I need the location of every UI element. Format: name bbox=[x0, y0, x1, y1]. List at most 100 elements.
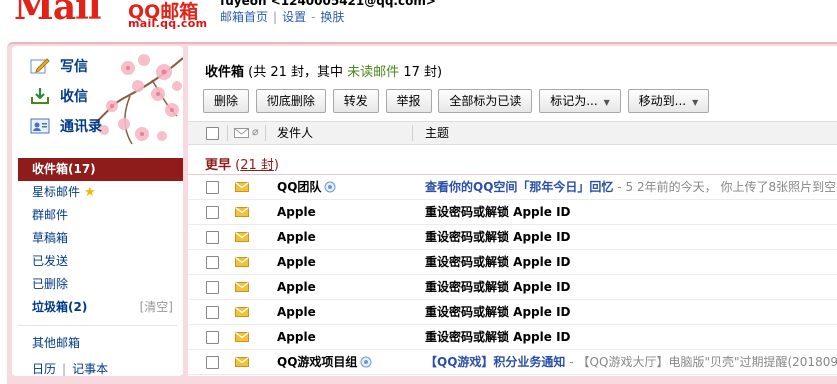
clear-spam-link[interactable]: [清空] bbox=[140, 296, 173, 319]
date-group-label: 更早 bbox=[205, 158, 232, 173]
mail-sender-name: QQ团队 bbox=[277, 180, 322, 194]
mail-row-checkbox[interactable] bbox=[206, 331, 219, 344]
delete-button[interactable]: 删除 bbox=[203, 89, 250, 113]
mail-row[interactable]: QQ游戏项目组 【QQ游戏】积分业务通知 - 【QQ游戏大厅】电脑版"贝壳"过期提醒… bbox=[188, 350, 837, 375]
mail-list-panel: 收件箱 (共 21 封，其中 未读邮件 17 封) 删除 彻底删除 转发 举报 … bbox=[188, 46, 837, 376]
folder-other-mailboxes[interactable]: 其他邮箱 bbox=[18, 332, 183, 355]
change-skin-link[interactable]: 换肤 bbox=[320, 10, 344, 24]
inbox-download-icon bbox=[31, 88, 49, 104]
folder-drafts[interactable]: 草稿箱 bbox=[18, 227, 183, 250]
mail-sender[interactable]: Apple bbox=[277, 250, 316, 274]
folder-starred[interactable]: 星标邮件 ★ bbox=[18, 181, 183, 204]
mail-subject-text: 查看你的QQ空间「那年今日」回忆 bbox=[425, 180, 614, 194]
account-name: fuyeoh <1240005421@qq.com> bbox=[220, 0, 436, 8]
folder-list: 收件箱(17) 星标邮件 ★ 群邮件 草稿箱 已发送 已删除 垃圾箱(2) [清空]… bbox=[18, 158, 183, 355]
column-divider bbox=[227, 125, 228, 141]
mail-sender-name: Apple bbox=[277, 280, 316, 294]
star-icon: ★ bbox=[84, 185, 96, 200]
mail-subject-text: 重设密码或解锁 Apple ID bbox=[425, 205, 571, 219]
mail-subject-text: 重设密码或解锁 Apple ID bbox=[425, 305, 571, 319]
top-links: 邮箱首页 | 设置 - 换肤 bbox=[220, 10, 345, 24]
mail-subject[interactable]: 重设密码或解锁 Apple ID bbox=[425, 200, 575, 224]
folder-deleted[interactable]: 已删除 bbox=[18, 273, 183, 296]
mail-sender[interactable]: Apple bbox=[277, 275, 316, 299]
mail-row-checkbox[interactable] bbox=[206, 231, 219, 244]
mail-row[interactable]: Apple 重设密码或解锁 Apple ID bbox=[188, 225, 837, 250]
mail-sender-name: QQ游戏项目组 bbox=[277, 355, 358, 369]
mail-row-checkbox[interactable] bbox=[206, 181, 219, 194]
mail-list-header: ⌀ 发件人 主题 bbox=[188, 121, 837, 145]
mail-sender[interactable]: QQ团队 bbox=[277, 175, 336, 199]
qq-verified-icon bbox=[360, 356, 372, 368]
unread-mail-link[interactable]: 未读邮件 bbox=[347, 65, 399, 80]
mail-subject[interactable]: 重设密码或解锁 Apple ID bbox=[425, 225, 575, 249]
mailbox-unread-count: 17 封) bbox=[399, 65, 443, 80]
top-header: Mail QQ邮箱 mail.qq.com fuyeoh <1240005421… bbox=[0, 0, 837, 42]
mail-subject[interactable]: 【QQ游戏】积分业务通知 - 【QQ游戏大厅】电脑版"贝壳"过期提醒(201809… bbox=[425, 350, 837, 374]
mail-row[interactable]: QQ团队 查看你的QQ空间「那年今日」回忆 - 5 2年前的今天， 你上传了8张照片… bbox=[188, 175, 837, 200]
folder-spam[interactable]: 垃圾箱(2) [清空] bbox=[18, 296, 183, 319]
folder-group-mail[interactable]: 群邮件 bbox=[18, 204, 183, 227]
mail-subject-text: 重设密码或解锁 Apple ID bbox=[425, 330, 571, 344]
column-divider bbox=[265, 125, 266, 141]
mail-sender[interactable]: QQ游戏项目组 bbox=[277, 350, 372, 374]
mail-row[interactable]: Apple 重设密码或解锁 Apple ID bbox=[188, 200, 837, 225]
notepad-link[interactable]: 记事本 bbox=[72, 362, 108, 376]
mailbox-count-text: (共 21 封，其中 bbox=[244, 65, 348, 80]
mail-sender-name: Apple bbox=[277, 205, 316, 219]
folder-spam-label: 垃圾箱(2) bbox=[32, 300, 88, 314]
attachment-column-icon: ⌀ bbox=[252, 125, 259, 138]
qqmail-logo-domain: mail.qq.com bbox=[128, 17, 208, 30]
mark-as-dropdown[interactable]: 标记为... ▼ bbox=[539, 89, 621, 113]
mail-toolbar: 删除 彻底删除 转发 举报 全部标为已读 标记为... ▼ 移动到... ▼ bbox=[203, 89, 712, 113]
mailbox-name: 收件箱 bbox=[205, 65, 245, 80]
mail-sender[interactable]: Apple bbox=[277, 325, 316, 349]
home-link[interactable]: 邮箱首页 bbox=[220, 10, 268, 24]
unread-envelope-icon bbox=[235, 182, 249, 192]
unread-envelope-icon bbox=[235, 357, 249, 367]
mail-subject[interactable]: 重设密码或解锁 Apple ID bbox=[425, 275, 575, 299]
mail-sender[interactable]: Apple bbox=[277, 225, 316, 249]
mail-row-checkbox[interactable] bbox=[206, 306, 219, 319]
move-to-label: 移动到... bbox=[638, 94, 687, 108]
mail-row-checkbox[interactable] bbox=[206, 281, 219, 294]
settings-link[interactable]: 设置 bbox=[282, 10, 306, 24]
select-all-checkbox[interactable] bbox=[206, 127, 219, 140]
column-divider bbox=[412, 125, 413, 141]
move-to-dropdown[interactable]: 移动到... ▼ bbox=[627, 89, 710, 113]
mail-row[interactable]: Apple 重设密码或解锁 Apple ID bbox=[188, 325, 837, 350]
report-button[interactable]: 举报 bbox=[385, 89, 432, 113]
mail-rows: QQ团队 查看你的QQ空间「那年今日」回忆 - 5 2年前的今天， 你上传了8张照片… bbox=[188, 175, 837, 375]
mail-subject[interactable]: 查看你的QQ空间「那年今日」回忆- 5 2年前的今天， 你上传了8张照片到空间相… bbox=[425, 175, 837, 199]
mail-row[interactable]: Apple 重设密码或解锁 Apple ID bbox=[188, 250, 837, 275]
mail-subject[interactable]: 重设密码或解锁 Apple ID bbox=[425, 300, 575, 324]
mail-row-checkbox[interactable] bbox=[206, 206, 219, 219]
mail-row-checkbox[interactable] bbox=[206, 356, 219, 369]
calendar-link[interactable]: 日历 bbox=[32, 362, 56, 376]
mark-all-read-button[interactable]: 全部标为已读 bbox=[438, 89, 533, 113]
chevron-down-icon: ▼ bbox=[692, 98, 699, 107]
mail-sender[interactable]: Apple bbox=[277, 200, 316, 224]
mail-preview: - 【QQ游戏大厅】电脑版"贝壳"过期提醒(2018091 bbox=[569, 355, 837, 369]
unread-envelope-icon bbox=[235, 257, 249, 267]
mail-row-checkbox[interactable] bbox=[206, 256, 219, 269]
mail-row[interactable]: Apple 重设密码或解锁 Apple ID bbox=[188, 275, 837, 300]
mail-sender[interactable]: Apple bbox=[277, 300, 316, 324]
mail-preview: - 5 2年前的今天， 你上传了8张照片到空间相册 bbox=[617, 180, 837, 194]
forward-button[interactable]: 转发 bbox=[332, 89, 379, 113]
mail-subject[interactable]: 重设密码或解锁 Apple ID bbox=[425, 325, 575, 349]
mail-row[interactable]: Apple 重设密码或解锁 Apple ID bbox=[188, 300, 837, 325]
folder-sent[interactable]: 已发送 bbox=[18, 250, 183, 273]
delete-permanently-button[interactable]: 彻底删除 bbox=[255, 89, 326, 113]
mail-subject-text: 【QQ游戏】积分业务通知 bbox=[425, 355, 566, 369]
pencil-icon bbox=[30, 58, 50, 74]
qqmail-logo[interactable]: Mail bbox=[14, 0, 102, 28]
folder-inbox[interactable]: 收件箱(17) bbox=[18, 158, 183, 181]
column-sender[interactable]: 发件人 bbox=[277, 122, 313, 144]
sidebar: 写信 收信 通讯录 收件箱(17) 星标邮件 ★ 群邮件 草稿箱 已发送 已删除 … bbox=[12, 46, 183, 376]
qq-verified-icon bbox=[324, 181, 336, 193]
mail-subject[interactable]: 重设密码或解锁 Apple ID bbox=[425, 250, 575, 274]
date-group-count[interactable]: (21 封) bbox=[235, 158, 279, 173]
folder-divider bbox=[18, 325, 177, 326]
column-subject[interactable]: 主题 bbox=[425, 122, 449, 144]
